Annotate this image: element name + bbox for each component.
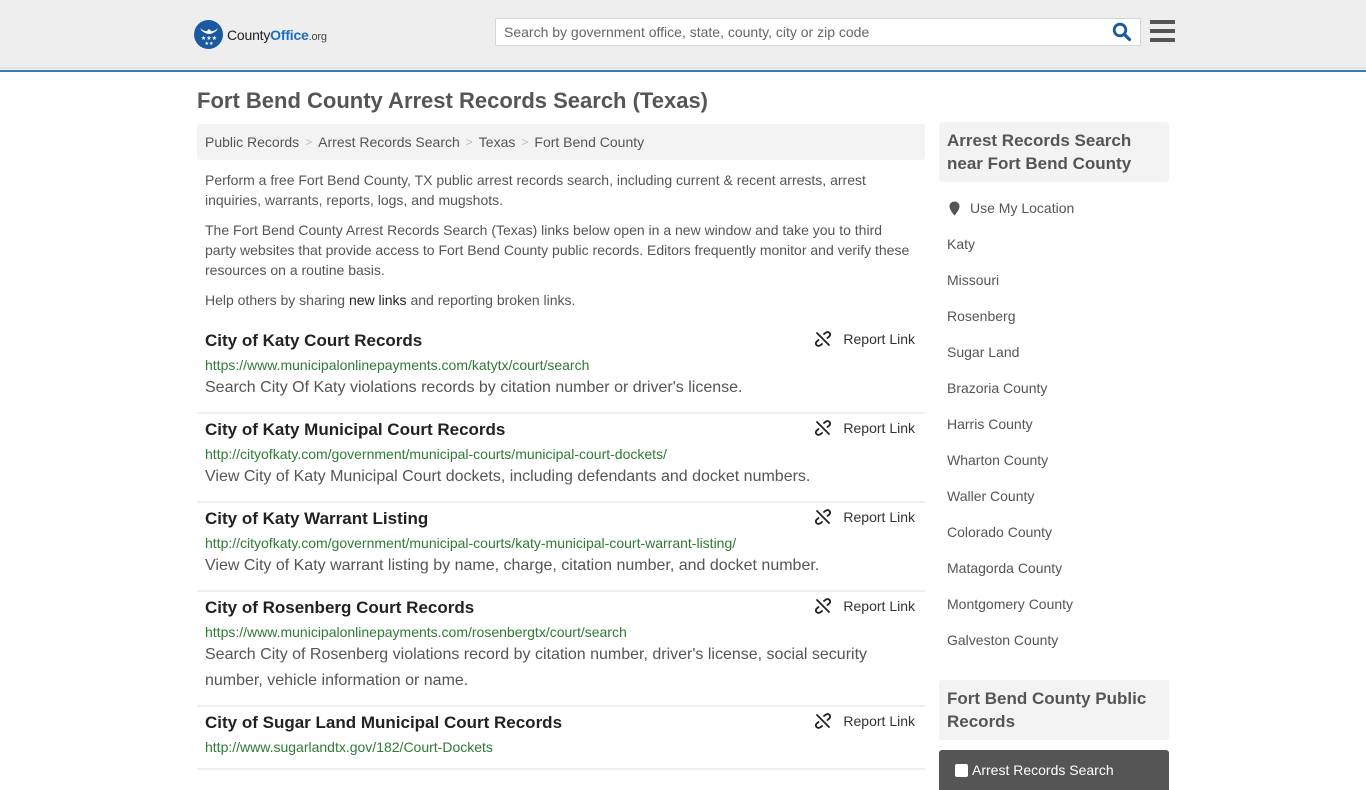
result-url[interactable]: https://www.municipalonlinepayments.com/… [205,622,917,642]
report-link-label: Report Link [843,420,915,436]
nearby-item: Montgomery County [947,586,1161,622]
result-title-link[interactable]: City of Katy Warrant Listing [205,508,428,530]
breadcrumb-separator: > [521,135,529,149]
result-title-link[interactable]: City of Rosenberg Court Records [205,597,474,619]
result-url[interactable]: http://cityofkaty.com/government/municip… [205,533,917,553]
sidebar-item-arrest-records-search[interactable]: Arrest Records Search [939,750,1169,790]
search-icon [1112,22,1132,42]
nearby-item: Harris County [947,406,1161,442]
broken-link-icon [815,713,832,729]
nearby-item: Katy [947,226,1161,262]
breadcrumb: Public Records > Arrest Records Search >… [197,124,925,160]
sidebar-item-label: Arrest Records Search [972,762,1114,778]
broken-link-icon [815,509,832,525]
nearby-list: Use My Location Katy Missouri Rosenberg Sug… [939,190,1169,658]
page-title: Fort Bend County Arrest Records Search (… [197,88,709,113]
result-title-link[interactable]: City of Katy Court Records [205,330,422,352]
nearby-link-sugar-land[interactable]: Sugar Land [947,344,1019,360]
nearby-item: Rosenberg [947,298,1161,334]
report-link-label: Report Link [843,331,915,347]
result-description: Search City Of Katy violations records b… [205,379,743,396]
result-description: Search City of Rosenberg violations reco… [205,646,868,689]
site-header: ★★★ ★★ CountyOffice.org [0,0,1366,72]
breadcrumb-separator: > [305,135,313,149]
site-logo[interactable]: ★★★ ★★ CountyOffice.org [194,20,327,49]
arrest-records-icon [955,763,968,777]
search-button[interactable] [1112,22,1134,44]
intro-paragraph-3: Help others by sharing new links and rep… [205,292,576,308]
broken-link-icon [815,331,832,347]
report-link-label: Report Link [843,509,915,525]
sidebar-nearby-heading: Arrest Records Search near Fort Bend Cou… [939,122,1169,182]
nearby-item: Waller County [947,478,1161,514]
nearby-link-montgomery-county[interactable]: Montgomery County [947,596,1073,612]
sidebar-nearby: Arrest Records Search near Fort Bend Cou… [939,122,1169,658]
nearby-link-matagorda-county[interactable]: Matagorda County [947,560,1062,576]
nearby-link-katy[interactable]: Katy [947,236,975,252]
result-item: City of Rosenberg Court Records Report L… [197,592,925,707]
report-link-button[interactable]: Report Link [815,331,915,347]
result-description: View City of Katy warrant listing by nam… [205,557,820,574]
result-item: City of Katy Court Records Report Link h… [197,325,925,414]
hamburger-menu-icon[interactable] [1150,20,1175,42]
nearby-link-missouri[interactable]: Missouri [947,272,999,288]
result-title-link[interactable]: City of Katy Municipal Court Records [205,419,505,441]
nearby-link-galveston-county[interactable]: Galveston County [947,632,1058,648]
nearby-item: Wharton County [947,442,1161,478]
breadcrumb-fort-bend-county[interactable]: Fort Bend County [534,134,644,150]
breadcrumb-separator: > [465,135,473,149]
breadcrumb-texas[interactable]: Texas [479,134,516,150]
report-link-button[interactable]: Report Link [815,713,915,729]
sidebar-public-records: Fort Bend County Public Records Arrest R… [939,680,1169,790]
report-link-label: Report Link [843,598,915,614]
result-title-link[interactable]: City of Sugar Land Municipal Court Recor… [205,712,562,734]
nearby-item: Matagorda County [947,550,1161,586]
intro-paragraph-1: Perform a free Fort Bend County, TX publ… [205,172,866,208]
result-url[interactable]: http://cityofkaty.com/government/municip… [205,444,917,464]
nearby-item: Sugar Land [947,334,1161,370]
svg-text:★★: ★★ [204,41,213,45]
nearby-link-colorado-county[interactable]: Colorado County [947,524,1052,540]
new-links-link[interactable]: new links [349,292,407,308]
report-link-button[interactable]: Report Link [815,509,915,525]
nearby-link-waller-county[interactable]: Waller County [947,488,1034,504]
breadcrumb-arrest-records-search[interactable]: Arrest Records Search [318,134,460,150]
report-link-button[interactable]: Report Link [815,420,915,436]
report-link-button[interactable]: Report Link [815,598,915,614]
use-my-location-item: Use My Location [947,190,1161,226]
result-item: City of Katy Municipal Court Records Rep… [197,414,925,503]
nearby-item: Colorado County [947,514,1161,550]
search-box [495,18,1141,46]
nearby-link-wharton-county[interactable]: Wharton County [947,452,1048,468]
map-pin-icon [949,201,960,215]
result-url[interactable]: https://www.municipalonlinepayments.com/… [205,355,917,375]
nearby-link-brazoria-county[interactable]: Brazoria County [947,380,1047,396]
sidebar-public-records-heading: Fort Bend County Public Records [939,680,1169,740]
nearby-link-harris-county[interactable]: Harris County [947,416,1033,432]
result-item: City of Katy Warrant Listing Report Link… [197,503,925,592]
nearby-link-rosenberg[interactable]: Rosenberg [947,308,1016,324]
nearby-item: Galveston County [947,622,1161,658]
broken-link-icon [815,420,832,436]
broken-link-icon [815,598,832,614]
intro-paragraph-2: The Fort Bend County Arrest Records Sear… [205,222,910,278]
report-link-label: Report Link [843,713,915,729]
intro-text: Perform a free Fort Bend County, TX publ… [205,170,917,320]
search-input[interactable] [496,19,1096,45]
breadcrumb-public-records[interactable]: Public Records [205,134,299,150]
result-item: City of Sugar Land Municipal Court Recor… [197,707,925,770]
logo-text: CountyOffice.org [227,26,327,43]
result-description: View City of Katy Municipal Court docket… [205,468,811,485]
results-list: City of Katy Court Records Report Link h… [197,325,925,770]
result-url[interactable]: http://www.sugarlandtx.gov/182/Court-Doc… [205,737,917,757]
use-my-location-link[interactable]: Use My Location [970,200,1074,216]
nearby-item: Brazoria County [947,370,1161,406]
eagle-stars-logo-icon: ★★★ ★★ [194,20,223,49]
nearby-item: Missouri [947,262,1161,298]
